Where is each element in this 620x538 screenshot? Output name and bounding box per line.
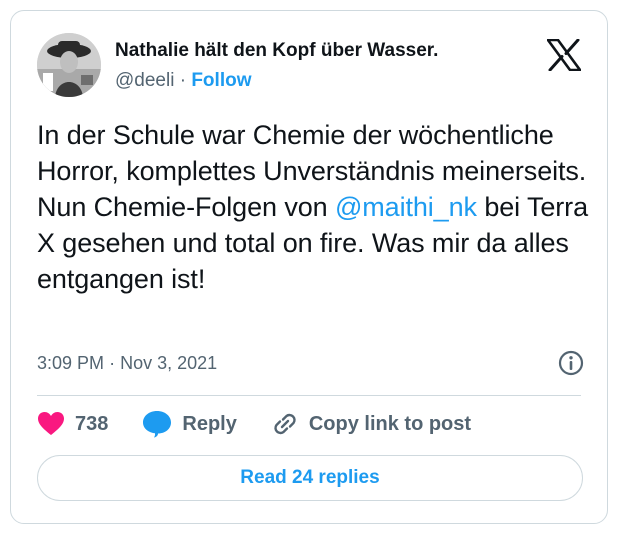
x-logo-icon[interactable] <box>546 38 582 72</box>
divider <box>37 395 581 396</box>
action-bar: 738 Reply Copy link to post <box>37 409 505 439</box>
read-replies-button[interactable]: Read 24 replies <box>37 455 583 501</box>
tweet-time: 3:09 PM <box>37 353 105 373</box>
tweet-card: Nathalie hält den Kopf über Wasser. @dee… <box>10 10 608 524</box>
reply-label: Reply <box>182 412 237 435</box>
timestamp-separator: · <box>109 353 116 373</box>
tweet-text: In der Schule war Chemie der wöchentlich… <box>37 117 593 297</box>
reply-button[interactable]: Reply <box>142 410 237 438</box>
follow-button[interactable]: Follow <box>191 70 251 91</box>
timestamp[interactable]: 3:09 PM · Nov 3, 2021 <box>37 351 217 375</box>
like-count: 738 <box>75 412 109 435</box>
handle-separator: · <box>179 70 187 91</box>
link-icon <box>274 413 296 435</box>
handle-row: @deeli · Follow <box>115 69 438 93</box>
like-button[interactable]: 738 <box>37 411 108 437</box>
read-replies-label: Read 24 replies <box>240 467 380 488</box>
speech-bubble-icon <box>143 411 172 438</box>
copy-link-button[interactable]: Copy link to post <box>271 410 471 438</box>
avatar-image <box>37 33 101 97</box>
author-display-name[interactable]: Nathalie hält den Kopf über Wasser. <box>115 39 438 63</box>
author-handle[interactable]: @deeli <box>115 70 174 91</box>
author-info: Nathalie hält den Kopf über Wasser. @dee… <box>115 39 438 93</box>
heart-icon <box>38 412 64 435</box>
mention-link[interactable]: @maithi_nk <box>335 192 477 222</box>
tweet-date: Nov 3, 2021 <box>120 353 218 373</box>
copy-link-label: Copy link to post <box>308 412 472 435</box>
info-icon[interactable] <box>557 349 585 377</box>
avatar[interactable] <box>37 33 101 97</box>
